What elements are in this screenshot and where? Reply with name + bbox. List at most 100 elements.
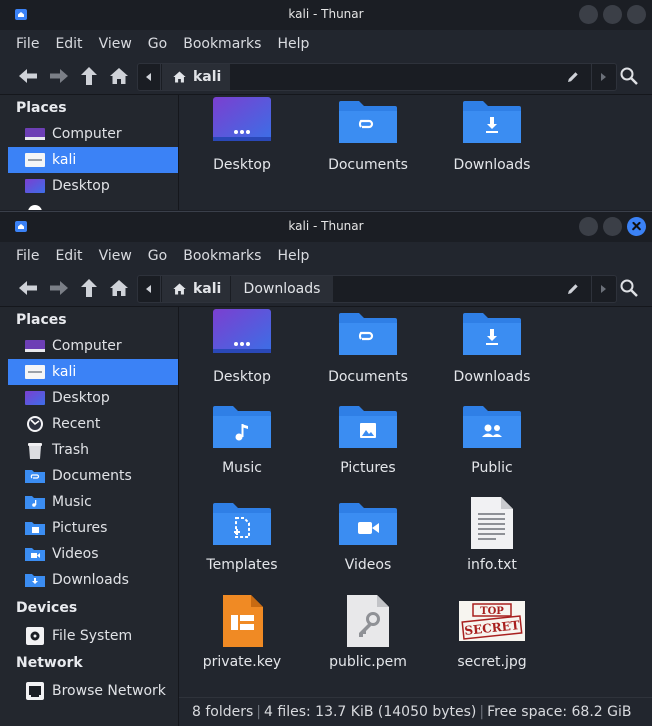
- title-bar[interactable]: kali - Thunar: [0, 0, 652, 30]
- menu-go[interactable]: Go: [140, 248, 175, 264]
- file-item-videos[interactable]: Videos: [306, 501, 430, 591]
- sidebar-item-label: Desktop: [52, 178, 110, 194]
- trash-icon: [24, 442, 46, 459]
- minimize-button[interactable]: [579, 5, 598, 24]
- path-scroll-right-button[interactable]: [591, 64, 616, 90]
- file-item-label: Desktop: [213, 157, 271, 173]
- background-thunar-window[interactable]: kali - Thunar File Edit View Go Bookmark…: [0, 0, 652, 210]
- up-arrow-icon[interactable]: [78, 66, 100, 86]
- file-view[interactable]: Desktop Documents Downloads Music Pictur…: [179, 307, 652, 698]
- file-item-label: Music: [222, 460, 262, 476]
- menu-go[interactable]: Go: [140, 36, 175, 52]
- sidebar-item-kali[interactable]: kali: [8, 359, 178, 385]
- music-folder-icon: [213, 406, 271, 448]
- path-crumb-home-label: kali: [193, 69, 222, 85]
- menu-file[interactable]: File: [8, 36, 47, 52]
- file-item-desktop[interactable]: Desktop: [180, 307, 304, 397]
- file-item-private-key[interactable]: private.key: [180, 595, 304, 686]
- sidebar-item-pictures[interactable]: Pictures: [0, 515, 178, 541]
- sidebar-item-downloads[interactable]: Downloads: [0, 567, 178, 593]
- close-button[interactable]: [627, 5, 646, 24]
- sidebar-item-label: Music: [52, 494, 92, 510]
- home-icon[interactable]: [108, 278, 130, 298]
- file-item-templates[interactable]: Templates: [180, 501, 304, 591]
- downloads-folder-icon: [463, 313, 521, 355]
- menu-edit[interactable]: Edit: [47, 248, 90, 264]
- file-item-music[interactable]: Music: [180, 404, 304, 494]
- sidebar-item-file-system[interactable]: File System: [0, 621, 178, 650]
- menu-file[interactable]: File: [8, 248, 47, 264]
- path-scroll-left-button[interactable]: [138, 276, 161, 302]
- recent-icon: [24, 416, 46, 432]
- path-crumb-home[interactable]: kali: [162, 64, 230, 90]
- desktop-icon: [24, 390, 46, 406]
- sidebar-item-trash[interactable]: Trash: [0, 437, 178, 463]
- menu-edit[interactable]: Edit: [47, 36, 90, 52]
- file-item-secret-jpg[interactable]: TOP SECRET secret.jpg: [430, 596, 554, 686]
- file-view[interactable]: Desktop Documents Downloads: [179, 95, 652, 210]
- sidebar-item-desktop[interactable]: Desktop: [0, 173, 178, 199]
- menu-bookmarks[interactable]: Bookmarks: [175, 36, 269, 52]
- pictures-icon: [24, 520, 46, 536]
- title-bar[interactable]: kali - Thunar: [0, 212, 652, 242]
- sidebar-item-label: File System: [52, 627, 133, 644]
- sidebar-item-browse-network[interactable]: Browse Network: [0, 676, 178, 705]
- menu-bookmarks[interactable]: Bookmarks: [175, 248, 269, 264]
- sidebar-item-music[interactable]: Music: [0, 489, 178, 515]
- file-item-public[interactable]: Public: [430, 404, 554, 494]
- menu-help[interactable]: Help: [269, 36, 317, 52]
- close-button[interactable]: [627, 217, 646, 236]
- file-item-public-pem[interactable]: public.pem: [306, 595, 430, 686]
- sidebar-item-kali[interactable]: kali: [8, 147, 178, 173]
- forward-arrow-icon[interactable]: [48, 278, 70, 298]
- file-item-label: Templates: [206, 557, 278, 573]
- back-arrow-icon[interactable]: [17, 278, 39, 298]
- maximize-button[interactable]: [603, 5, 622, 24]
- file-item-downloads[interactable]: Downloads: [430, 307, 554, 397]
- forward-arrow-icon[interactable]: [48, 66, 70, 86]
- documents-folder-icon: [339, 101, 397, 143]
- menu-view[interactable]: View: [91, 248, 140, 264]
- search-icon[interactable]: [619, 278, 639, 298]
- menu-view[interactable]: View: [91, 36, 140, 52]
- search-icon[interactable]: [619, 66, 639, 86]
- downloads-icon: [24, 572, 46, 588]
- sidebar: Places Computer kali Desktop Recent Tras…: [0, 307, 179, 726]
- home-icon[interactable]: [108, 66, 130, 86]
- menu-help[interactable]: Help: [269, 248, 317, 264]
- thunar-window[interactable]: kali - Thunar File Edit View Go Bookmark…: [0, 211, 652, 726]
- path-scroll-left-button[interactable]: [138, 64, 161, 90]
- path-crumb-home[interactable]: kali: [162, 276, 230, 302]
- file-item-documents[interactable]: Documents: [306, 307, 430, 397]
- sidebar-item-label: Recent: [52, 416, 101, 432]
- computer-icon: [24, 338, 46, 354]
- minimize-button[interactable]: [579, 217, 598, 236]
- sidebar-item-desktop[interactable]: Desktop: [0, 385, 178, 411]
- path-bar[interactable]: kali: [137, 63, 617, 91]
- documents-icon: [24, 468, 46, 484]
- pictures-folder-icon: [339, 406, 397, 448]
- thumbnail-text-top: TOP: [480, 606, 504, 617]
- places-heading: Places: [16, 312, 67, 328]
- up-arrow-icon[interactable]: [78, 278, 100, 298]
- status-separator: |: [256, 704, 262, 720]
- file-item-pictures[interactable]: Pictures: [306, 404, 430, 494]
- sidebar-item-computer[interactable]: Computer: [0, 333, 178, 359]
- sidebar-item-label: kali: [52, 364, 77, 380]
- downloads-folder-icon: [463, 101, 521, 143]
- file-item-info-txt[interactable]: info.txt: [430, 497, 554, 591]
- sidebar-item-recent[interactable]: [0, 199, 178, 210]
- back-arrow-icon[interactable]: [17, 66, 39, 86]
- edit-location-pencil-icon[interactable]: [566, 70, 580, 84]
- path-scroll-right-button[interactable]: [591, 276, 616, 302]
- sidebar-item-computer[interactable]: Computer: [0, 121, 178, 147]
- sidebar-item-recent[interactable]: Recent: [0, 411, 178, 437]
- file-item-label: info.txt: [467, 557, 517, 573]
- sidebar-item-videos[interactable]: Videos: [0, 541, 178, 567]
- path-crumb-downloads[interactable]: Downloads: [231, 276, 333, 302]
- edit-location-pencil-icon[interactable]: [566, 282, 580, 296]
- file-item-label: Public: [471, 460, 513, 476]
- path-bar[interactable]: kali Downloads: [137, 275, 617, 303]
- sidebar-item-documents[interactable]: Documents: [0, 463, 178, 489]
- maximize-button[interactable]: [603, 217, 622, 236]
